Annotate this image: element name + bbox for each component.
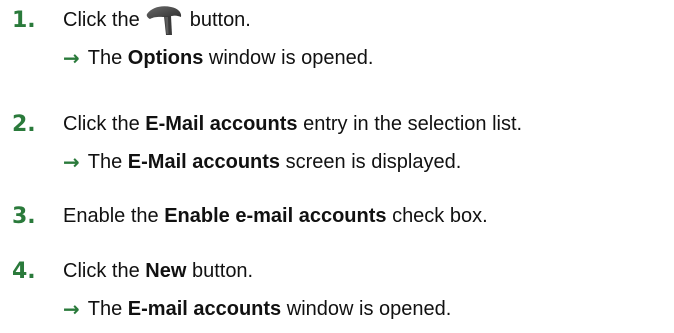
- arrow-right-icon: →: [63, 150, 80, 174]
- step-instruction: Click the button.: [63, 3, 251, 37]
- instruction-text: Click the: [63, 259, 140, 282]
- step-number: 1.: [12, 7, 36, 33]
- result-bold: Options: [127, 46, 204, 69]
- instruction-text: Enable the: [63, 204, 159, 227]
- instruction-text: Click the: [63, 112, 140, 135]
- result-text: The: [87, 150, 123, 173]
- step-1-result: → The Options window is opened.: [63, 42, 373, 74]
- instruction-bold: New: [145, 259, 187, 282]
- result-text: The: [87, 46, 123, 69]
- instruction-text: Click the: [63, 8, 140, 31]
- result-text: screen is displayed.: [285, 150, 462, 173]
- instruction-text: entry in the selection list.: [303, 112, 523, 135]
- result-bold: E-mail accounts: [127, 297, 282, 320]
- arrow-right-icon: →: [63, 46, 80, 70]
- instruction-text: button.: [189, 8, 251, 31]
- hammer-icon: [146, 6, 181, 35]
- result-text: The: [87, 297, 123, 320]
- instruction-bold: Enable e-mail accounts: [164, 204, 387, 227]
- result-bold: E-Mail accounts: [127, 150, 281, 173]
- step-instruction: Click the New button.: [63, 260, 253, 283]
- step-3: 3. Enable the Enable e-mail accounts che…: [0, 200, 488, 232]
- instruction-bold: E-Mail accounts: [145, 112, 298, 135]
- step-number: 4.: [12, 258, 36, 284]
- arrow-right-icon: →: [63, 297, 80, 321]
- step-2: 2. Click the E-Mail accounts entry in th…: [0, 108, 522, 140]
- result-text: window is opened.: [208, 46, 374, 69]
- step-1: 1. Click the button.: [0, 4, 251, 36]
- step-4-result: → The E-mail accounts window is opened.: [63, 293, 451, 325]
- step-number: 2.: [12, 111, 36, 137]
- step-number: 3.: [12, 203, 36, 229]
- instruction-text: check box.: [392, 204, 488, 227]
- step-2-result: → The E-Mail accounts screen is displaye…: [63, 146, 461, 178]
- instruction-text: button.: [191, 259, 254, 282]
- step-instruction: Click the E-Mail accounts entry in the s…: [63, 113, 522, 136]
- result-text: window is opened.: [286, 297, 452, 320]
- step-4: 4. Click the New button.: [0, 255, 253, 287]
- step-instruction: Enable the Enable e-mail accounts check …: [63, 205, 488, 228]
